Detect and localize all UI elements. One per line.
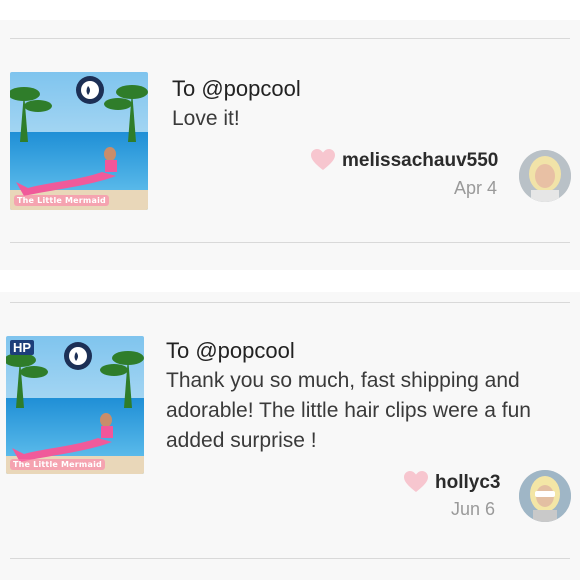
review-date: Apr 4 (454, 178, 498, 198)
divider (10, 38, 570, 39)
heart-icon[interactable] (403, 470, 429, 494)
review-card: The Little Mermaid To @popcool Love it! … (0, 20, 580, 270)
divider (10, 242, 570, 243)
review-text: Thank you so much, fast shipping and ado… (166, 369, 531, 452)
reviewer-username[interactable]: melissachauv550 (342, 150, 498, 172)
thumbnail-caption: The Little Mermaid (10, 459, 105, 470)
mermaid-tail-product-icon (10, 72, 148, 210)
thumbnail-badge: HP (10, 340, 35, 355)
product-thumbnail[interactable]: HP The Little Mermaid (6, 336, 144, 474)
mermaid-tail-product-icon (6, 336, 144, 474)
review-date: Jun 6 (451, 499, 496, 519)
reviews-page: The Little Mermaid To @popcool Love it! … (0, 0, 580, 580)
divider (10, 302, 570, 303)
review-text: Love it! (172, 107, 240, 130)
user-avatar[interactable] (519, 470, 571, 522)
reviewer-username[interactable]: hollyc3 (435, 472, 500, 494)
divider (10, 558, 570, 559)
review-card: HP The Little Mermaid To @popcool Thank … (0, 292, 580, 580)
review-recipient[interactable]: To @popcool (172, 76, 301, 102)
product-thumbnail[interactable]: The Little Mermaid (10, 72, 148, 210)
heart-icon[interactable] (310, 148, 336, 172)
thumbnail-caption: The Little Mermaid (14, 195, 109, 206)
user-avatar[interactable] (519, 150, 571, 202)
review-recipient[interactable]: To @popcool (166, 338, 295, 364)
